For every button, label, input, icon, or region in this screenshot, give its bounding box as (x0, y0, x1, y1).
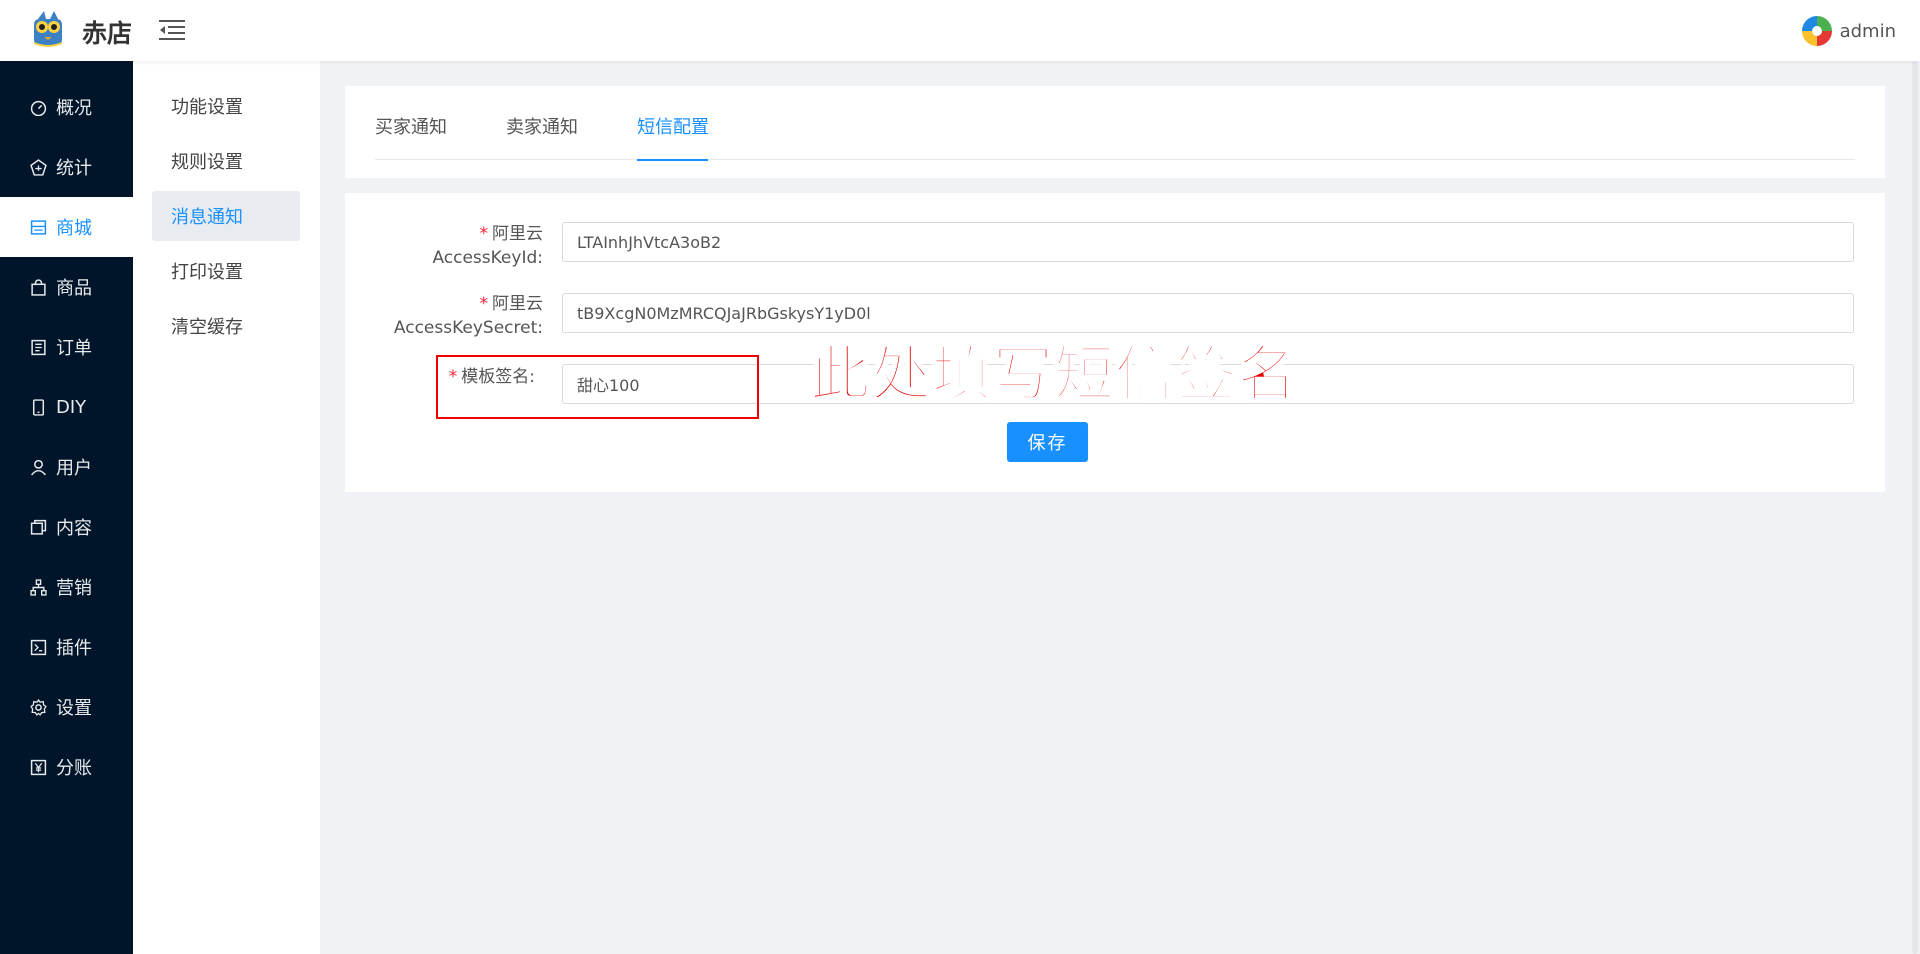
mascot-logo-icon[interactable] (30, 9, 66, 47)
page-scrollbar[interactable] (1910, 61, 1920, 954)
subnav-item-message-notify[interactable]: 消息通知 (152, 191, 300, 241)
yen-icon (30, 759, 47, 775)
nav-item-label: 商品 (56, 278, 92, 299)
colorful-avatar-icon (1801, 16, 1832, 46)
bag-icon (31, 278, 46, 296)
tab-sms-config[interactable]: 短信配置 (637, 113, 709, 139)
required-mark: * (479, 224, 489, 244)
tabs-card: 买家通知 卖家通知 短信配置 (345, 86, 1885, 178)
nav-item-label: 营销 (56, 578, 92, 599)
nav-item-label: 用户 (56, 458, 92, 479)
active-tab-indicator (637, 159, 708, 161)
plugin-icon (30, 639, 47, 655)
user-menu[interactable]: admin (1801, 16, 1896, 46)
menu-fold-icon[interactable] (158, 18, 186, 42)
template-sign-label: * 模板签名: (448, 367, 535, 387)
annotation-text: 此处填写短信签名 (809, 339, 1298, 411)
phone-icon (32, 398, 45, 416)
subnav-item-print-settings[interactable]: 打印设置 (152, 246, 300, 296)
access-key-id-input[interactable] (562, 222, 1854, 262)
nav-item-label: 插件 (56, 638, 92, 659)
nav-item-label: 商城 (56, 218, 92, 239)
tab-seller-notify[interactable]: 卖家通知 (506, 113, 578, 139)
user-icon (31, 459, 46, 475)
stats-icon (30, 158, 47, 176)
nav-item-users[interactable]: 用户 (0, 437, 133, 497)
nav-item-label: 分账 (56, 758, 92, 779)
nav-item-label: 订单 (56, 338, 92, 359)
nav-item-label: 概况 (56, 98, 92, 119)
nav-item-store[interactable]: 商城 (0, 197, 133, 257)
nav-item-content[interactable]: 内容 (0, 497, 133, 557)
gear-icon (30, 698, 47, 716)
top-header: 赤店 admin (0, 0, 1920, 61)
secondary-sidebar: 功能设置 规则设置 消息通知 打印设置 清空缓存 (133, 61, 320, 954)
dashboard-icon (30, 100, 47, 116)
nav-item-settings[interactable]: 设置 (0, 677, 133, 737)
subnav-item-rule-settings[interactable]: 规则设置 (152, 136, 300, 186)
nav-item-overview[interactable]: 概况 (0, 77, 133, 137)
subnav-item-clear-cache[interactable]: 清空缓存 (152, 301, 300, 351)
nav-item-orders[interactable]: 订单 (0, 317, 133, 377)
tab-buyer-notify[interactable]: 买家通知 (375, 113, 447, 139)
nav-item-split-account[interactable]: 分账 (0, 737, 133, 797)
nav-item-goods[interactable]: 商品 (0, 257, 133, 317)
access-key-id-label: * 阿里云 AccessKeyId: (432, 224, 543, 268)
nav-item-label: 设置 (56, 698, 92, 719)
required-mark: * (479, 294, 489, 314)
nav-item-label: 内容 (56, 518, 92, 539)
order-icon (31, 339, 46, 355)
content-icon (30, 519, 47, 535)
scrollbar-thumb[interactable] (1912, 61, 1918, 954)
subnav-item-function-settings[interactable]: 功能设置 (152, 81, 300, 131)
save-button[interactable]: 保存 (1007, 422, 1088, 462)
user-name: admin (1839, 20, 1896, 42)
nav-item-stats[interactable]: 统计 (0, 137, 133, 197)
app-title: 赤店 (82, 19, 133, 48)
main-sidebar: 概况 统计 商城 商品 订单 DIY 用户 内容 营销 插件 设置 分账 (0, 61, 133, 954)
tabs-divider (375, 159, 1855, 160)
nav-item-plugins[interactable]: 插件 (0, 617, 133, 677)
nav-item-marketing[interactable]: 营销 (0, 557, 133, 617)
nav-item-label: 统计 (56, 158, 92, 179)
required-mark: * (448, 367, 458, 387)
nav-item-label: DIY (56, 396, 87, 418)
marketing-icon (30, 578, 47, 596)
access-key-secret-label: * 阿里云 AccessKeySecret: (393, 294, 543, 338)
store-icon (30, 219, 47, 235)
nav-item-diy[interactable]: DIY (0, 377, 133, 437)
